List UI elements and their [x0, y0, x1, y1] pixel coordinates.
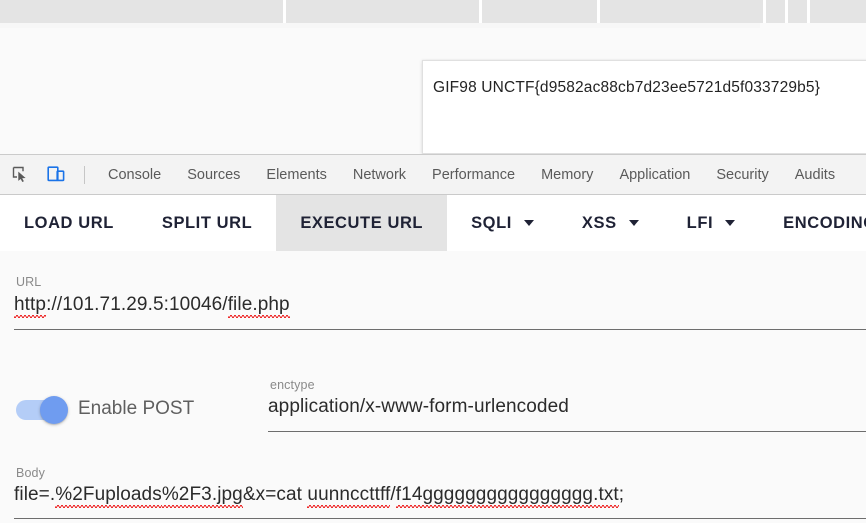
- chrome-divider: [785, 0, 788, 23]
- body-input[interactable]: file=.%2Fuploads%2F3.jpg&x=cat uunnccttf…: [14, 484, 624, 506]
- hackbar-toolbar: LOAD URL SPLIT URL EXECUTE URL SQLI XSS …: [0, 195, 866, 251]
- server-response-panel: GIF98 UNCTF{d9582ac88cb7d23ee5721d5f0337…: [422, 60, 866, 154]
- devtools-tab-performance[interactable]: Performance: [419, 155, 528, 195]
- split-url-label: SPLIT URL: [161, 213, 253, 232]
- flag-text: GIF98 UNCTF{d9582ac88cb7d23ee5721d5f0337…: [433, 79, 821, 96]
- chevron-down-icon: [628, 220, 639, 226]
- xss-label: XSS: [581, 213, 617, 232]
- browser-chrome-strip: [0, 0, 866, 23]
- load-url-label: LOAD URL: [24, 213, 114, 232]
- devtools-tab-sources[interactable]: Sources: [174, 155, 253, 195]
- url-part-scheme: http: [14, 294, 47, 315]
- enctype-input[interactable]: application/x-www-form-urlencoded: [268, 396, 569, 418]
- load-url-button[interactable]: LOAD URL: [0, 195, 138, 251]
- devtools-tab-console[interactable]: Console: [95, 155, 174, 195]
- sqli-menu-button[interactable]: SQLI: [447, 195, 558, 251]
- body-field-label: Body: [16, 466, 45, 480]
- xss-menu-button[interactable]: XSS: [558, 195, 663, 251]
- url-field-label: URL: [16, 275, 42, 289]
- body-input-underline: [14, 518, 866, 519]
- body-part-3: &x=cat: [242, 484, 308, 505]
- devtools-tab-security[interactable]: Security: [703, 155, 781, 195]
- lfi-menu-button[interactable]: LFI: [663, 195, 759, 251]
- devtools-tab-network[interactable]: Network: [340, 155, 419, 195]
- execute-url-button[interactable]: EXECUTE URL: [276, 195, 448, 251]
- chevron-down-icon: [523, 220, 534, 226]
- devtools-tab-memory[interactable]: Memory: [528, 155, 606, 195]
- devtools-toolbar-separator: [84, 165, 85, 184]
- chrome-divider: [283, 0, 286, 23]
- execute-url-label: EXECUTE URL: [300, 213, 424, 232]
- enable-post-label: Enable POST: [78, 398, 195, 419]
- enctype-input-underline: [268, 431, 866, 432]
- inspect-element-icon[interactable]: [6, 161, 34, 189]
- sqli-label: SQLI: [471, 213, 512, 232]
- body-part-1: %2Fuploads: [55, 484, 162, 505]
- hackbar-form: [0, 251, 866, 523]
- chrome-divider: [597, 0, 600, 23]
- lfi-label: LFI: [686, 213, 714, 232]
- encoding-menu-button[interactable]: ENCODING: [759, 195, 866, 251]
- enctype-field-label: enctype: [270, 378, 315, 392]
- chevron-down-icon: [725, 220, 736, 226]
- enable-post-toggle[interactable]: [16, 396, 68, 424]
- body-part-2: %2F3.jpg: [161, 484, 243, 505]
- body-part-6: f14gggggggggggggggg.txt: [395, 484, 619, 505]
- devtools-tab-application[interactable]: Application: [606, 155, 703, 195]
- body-part-0: file=.: [14, 484, 56, 505]
- chrome-divider: [479, 0, 482, 23]
- url-input-underline: [14, 329, 866, 330]
- chrome-divider: [807, 0, 810, 23]
- toggle-knob: [40, 396, 68, 424]
- url-input[interactable]: http://101.71.29.5:10046/file.php: [14, 294, 290, 316]
- url-part-host: ://101.71.29.5:10046/: [46, 294, 228, 315]
- page-top-shade: [0, 23, 760, 28]
- devtools-tab-bar: Console Sources Elements Network Perform…: [0, 154, 866, 195]
- url-part-file: file.php: [227, 294, 290, 315]
- split-url-button[interactable]: SPLIT URL: [138, 195, 276, 251]
- device-toolbar-icon[interactable]: [42, 161, 70, 189]
- body-part-7: ;: [618, 484, 625, 505]
- devtools-tabs: Console Sources Elements Network Perform…: [95, 155, 848, 195]
- chrome-divider: [763, 0, 766, 23]
- encoding-label: ENCODING: [783, 213, 866, 232]
- devtools-tab-elements[interactable]: Elements: [253, 155, 339, 195]
- body-part-5: /: [390, 484, 396, 505]
- devtools-tab-audits[interactable]: Audits: [782, 155, 848, 195]
- page-viewport: GIF98 UNCTF{d9582ac88cb7d23ee5721d5f0337…: [0, 23, 866, 154]
- body-part-4: uunnccttff: [307, 484, 391, 505]
